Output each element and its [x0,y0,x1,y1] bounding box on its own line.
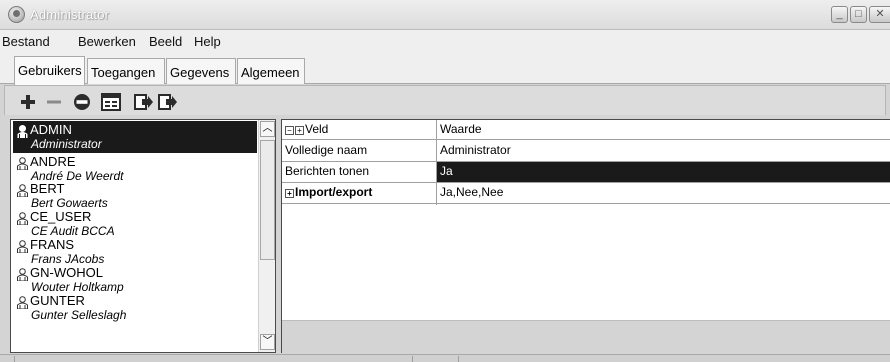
property-row[interactable]: + Import/export Ja,Nee,Nee [282,183,890,204]
user-icon [17,268,28,281]
menu-help[interactable]: Help [194,34,221,49]
maximize-button[interactable]: □ [850,6,867,23]
add-icon[interactable] [17,91,39,113]
description-panel [282,320,890,353]
scrollbar-thumb[interactable] [260,140,275,260]
column-divider[interactable] [436,120,437,205]
remove-icon[interactable] [43,91,65,113]
app-icon [8,6,25,23]
status-bar [0,354,890,362]
list-item[interactable]: ADMIN Administrator [13,121,257,153]
property-field: Volledige naam [285,143,368,157]
property-grid-header: − + Veld Waarde [282,120,890,140]
user-icon [17,184,28,197]
menu-beeld[interactable]: Beeld [149,34,182,49]
user-list-scrollbar[interactable]: ︿ ﹀ [258,120,275,352]
property-row[interactable]: Volledige naam Administrator [282,141,890,162]
user-icon [17,157,28,170]
tab-strip: Gebruikers Toegangen Gegevens Algemeen [0,54,890,85]
user-login: ANDRE [30,154,76,169]
expand-icon[interactable]: + [295,126,304,135]
close-button[interactable]: ✕ [869,6,890,23]
user-icon [17,125,28,138]
menu-bestand[interactable]: Bestand [2,34,50,49]
tab-toegangen[interactable]: Toegangen [87,58,165,84]
properties-icon[interactable] [100,91,122,113]
property-row[interactable]: Berichten tonen Ja [282,162,890,183]
user-icon [17,296,28,309]
column-header-value: Waarde [440,122,482,136]
user-full-name: Administrator [31,137,102,151]
property-field: Import/export [295,185,373,199]
tab-gebruikers[interactable]: Gebruikers [14,56,85,85]
property-field: Berichten tonen [285,164,370,178]
user-full-name: Gunter Selleslagh [31,308,127,322]
title-bar: Administrator _ □ ✕ [0,0,890,30]
toolbar [4,85,886,115]
list-item[interactable]: GUNTER Gunter Selleslagh [13,292,257,324]
import-icon[interactable] [133,91,155,113]
tab-gegevens[interactable]: Gegevens [166,58,236,84]
window-title: Administrator [30,7,110,22]
property-value[interactable]: Ja [437,162,890,182]
user-icon [17,212,28,225]
scroll-down-icon[interactable]: ﹀ [260,334,275,350]
user-login: GUNTER [30,293,85,308]
user-login: ADMIN [30,122,72,137]
column-header-field: Veld [305,122,329,136]
tab-algemeen[interactable]: Algemeen [237,58,305,84]
property-grid: − + Veld Waarde Volledige naam Administrat… [281,119,890,353]
property-value[interactable]: Administrator [437,141,890,161]
menu-bewerken[interactable]: Bewerken [78,34,136,49]
disable-icon[interactable] [71,91,93,113]
user-login: CE_USER [30,209,92,224]
user-login: GN-WOHOL [30,265,103,280]
minimize-button[interactable]: _ [831,6,848,23]
property-value[interactable]: Ja,Nee,Nee [437,183,890,203]
expand-icon[interactable]: + [285,189,294,198]
user-login: BERT [30,181,65,196]
user-icon [17,240,28,253]
user-login: FRANS [30,237,75,252]
menu-bar: Bestand Bewerken Beeld Help [0,30,890,54]
export-icon[interactable] [157,91,179,113]
user-list[interactable]: ADMIN Administrator ANDRE André De Weerd… [10,119,276,353]
collapse-icon[interactable]: − [285,126,294,135]
scroll-up-icon[interactable]: ︿ [260,121,275,137]
